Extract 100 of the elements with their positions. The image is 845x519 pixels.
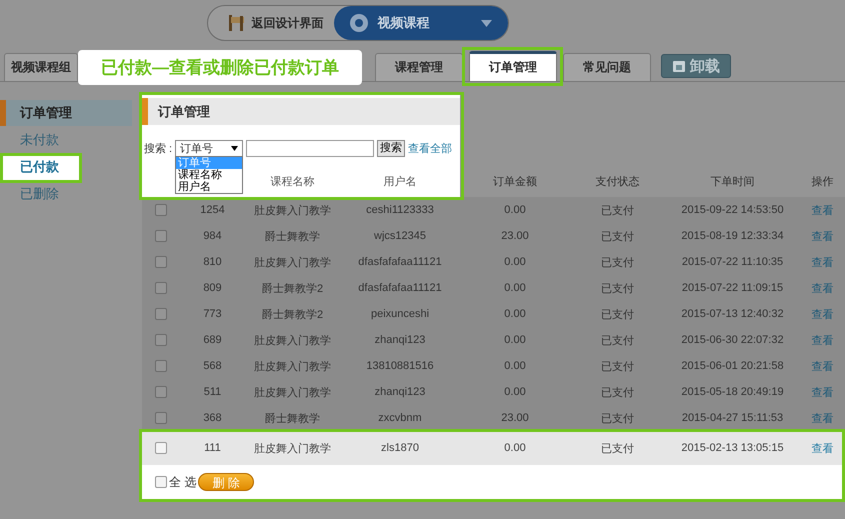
table-cell-text: 2015-08-19 12:33:34 bbox=[680, 229, 785, 244]
row-checkbox[interactable] bbox=[155, 412, 167, 424]
table-cell-text: 2015-02-13 13:05:15 bbox=[680, 441, 785, 456]
delete-button[interactable]: 删 除 bbox=[198, 473, 254, 491]
table-cell-text: 爵士舞教学2 bbox=[260, 308, 324, 322]
table-cell-text: 809 bbox=[202, 281, 223, 296]
table-cell-text: 773 bbox=[202, 307, 223, 322]
table-cell-text: 984 bbox=[202, 229, 223, 244]
table-cell-text: 已支付 bbox=[600, 442, 635, 456]
select-all-checkbox[interactable] bbox=[155, 476, 167, 488]
sidebar-item[interactable]: 未付款 bbox=[0, 126, 132, 153]
table-cell-text: 已支付 bbox=[600, 282, 635, 296]
table-cell-text: 0.00 bbox=[503, 385, 527, 400]
table-cell-text: wjcs12345 bbox=[373, 229, 427, 244]
row-checkbox[interactable] bbox=[155, 204, 167, 216]
table-cell-text: 2015-06-01 20:21:58 bbox=[680, 359, 785, 374]
table-cell-text: zhanqi123 bbox=[374, 385, 426, 400]
row-checkbox[interactable] bbox=[155, 360, 167, 372]
callout-tooltip: 已付款—查看或删除已付款订单 bbox=[78, 50, 362, 85]
tab[interactable]: 视频课程组 bbox=[4, 53, 78, 81]
table-cell-text: 2015-07-22 11:10:35 bbox=[680, 255, 784, 270]
column-header: 订单金额 bbox=[492, 174, 538, 190]
caret-icon bbox=[231, 146, 238, 150]
tab[interactable]: 课程管理 bbox=[375, 53, 463, 81]
table-cell-text: 已支付 bbox=[600, 386, 635, 400]
table-cell-text: 2015-07-22 11:09:15 bbox=[680, 281, 784, 296]
table-cell-text: 23.00 bbox=[500, 229, 530, 244]
table-cell-text: 已支付 bbox=[600, 360, 635, 374]
row-checkbox[interactable] bbox=[155, 256, 167, 268]
table-cell-text: 689 bbox=[202, 333, 223, 348]
table-cell-text: 23.00 bbox=[500, 411, 530, 426]
table-cell-text: zhanqi123 bbox=[374, 333, 426, 348]
table-cell-text: 已支付 bbox=[600, 334, 635, 348]
table-cell-text: dfasfafafaa11121 bbox=[357, 281, 443, 296]
view-link[interactable]: 查看 bbox=[812, 440, 834, 456]
table-cell-text: 0.00 bbox=[503, 203, 527, 218]
table-cell-text: 肚皮舞入门教学 bbox=[253, 204, 332, 218]
tab[interactable]: 常见问题 bbox=[563, 53, 651, 81]
view-link[interactable]: 查看 bbox=[812, 228, 834, 244]
view-all-link[interactable]: 查看全部 bbox=[408, 140, 452, 156]
dropdown-option[interactable]: 订单号 bbox=[176, 157, 242, 169]
sidebar-header: 订单管理 bbox=[0, 100, 132, 126]
table-cell-text: 已支付 bbox=[600, 230, 635, 244]
table-cell-text: 已支付 bbox=[600, 412, 635, 426]
table-cell-text: 2015-09-22 14:53:50 bbox=[680, 203, 785, 218]
table-cell-text: 肚皮舞入门教学 bbox=[253, 334, 332, 348]
table-cell-text: 0.00 bbox=[503, 333, 527, 348]
view-link[interactable]: 查看 bbox=[812, 202, 834, 218]
view-link[interactable]: 查看 bbox=[812, 306, 834, 322]
search-field[interactable] bbox=[246, 140, 374, 156]
view-link[interactable]: 查看 bbox=[812, 332, 834, 348]
row-checkbox[interactable] bbox=[155, 334, 167, 346]
view-link[interactable]: 查看 bbox=[812, 280, 834, 296]
table-cell-text: 0.00 bbox=[503, 359, 527, 374]
table-cell-text: 368 bbox=[202, 411, 223, 426]
column-header: 课程名称 bbox=[245, 165, 340, 197]
table-cell-text: 爵士舞教学 bbox=[264, 412, 321, 426]
table-cell-text: ceshi1123333 bbox=[365, 203, 435, 218]
table-cell-text: 13810881516 bbox=[365, 359, 435, 374]
table-cell-text: 1254 bbox=[199, 203, 226, 218]
table-cell-text: 0.00 bbox=[503, 307, 527, 322]
table-cell-text: zls1870 bbox=[380, 441, 420, 456]
row-checkbox[interactable] bbox=[155, 230, 167, 242]
view-link[interactable]: 查看 bbox=[812, 410, 834, 426]
uninstall-button[interactable]: 卸载 bbox=[661, 54, 731, 78]
table-cell-text: 0.00 bbox=[503, 441, 527, 456]
table-cell-text: 0.00 bbox=[503, 255, 527, 270]
table-cell-text: 已支付 bbox=[600, 204, 635, 218]
row-checkbox[interactable] bbox=[155, 308, 167, 320]
table-cell-text: 爵士舞教学2 bbox=[260, 282, 324, 296]
table-cell-text: 肚皮舞入门教学 bbox=[253, 442, 332, 456]
view-link[interactable]: 查看 bbox=[812, 384, 834, 400]
table-cell-text: 511 bbox=[202, 385, 222, 400]
row-checkbox[interactable] bbox=[155, 386, 167, 398]
table-cell-text: 肚皮舞入门教学 bbox=[253, 256, 332, 270]
tab[interactable]: 订单管理 bbox=[469, 51, 557, 81]
panel-header: 订单管理 bbox=[142, 98, 460, 125]
row-checkbox[interactable] bbox=[155, 282, 167, 294]
table-cell-text: 2015-04-27 15:11:53 bbox=[680, 411, 784, 426]
search-button[interactable]: 搜索 bbox=[377, 140, 406, 156]
column-header: 用户名 bbox=[340, 165, 460, 197]
view-link[interactable]: 查看 bbox=[812, 358, 834, 374]
column-header: 操作 bbox=[810, 174, 834, 190]
row-checkbox[interactable] bbox=[155, 442, 167, 454]
view-link[interactable]: 查看 bbox=[812, 254, 834, 270]
table-cell-text: 2015-06-30 22:07:32 bbox=[680, 333, 785, 348]
table-cell-text: peixunceshi bbox=[370, 307, 430, 322]
table-cell-text: 爵士舞教学 bbox=[264, 230, 321, 244]
table-cell-text: 已支付 bbox=[600, 308, 635, 322]
table-cell-text: 已支付 bbox=[600, 256, 635, 270]
sidebar-item[interactable]: 已删除 bbox=[0, 180, 132, 207]
column-header: 支付状态 bbox=[594, 174, 640, 190]
search-label: 搜索 : bbox=[144, 142, 172, 156]
table-cell-text: 0.00 bbox=[503, 281, 527, 296]
table-cell-text: 肚皮舞入门教学 bbox=[253, 386, 332, 400]
table-cell-text: 568 bbox=[202, 359, 223, 374]
table-cell-text: dfasfafafaa11121 bbox=[357, 255, 443, 270]
table-cell-text: zxcvbnm bbox=[377, 411, 423, 426]
column-header: 下单时间 bbox=[710, 174, 756, 190]
table-cell-text: 810 bbox=[202, 255, 223, 270]
